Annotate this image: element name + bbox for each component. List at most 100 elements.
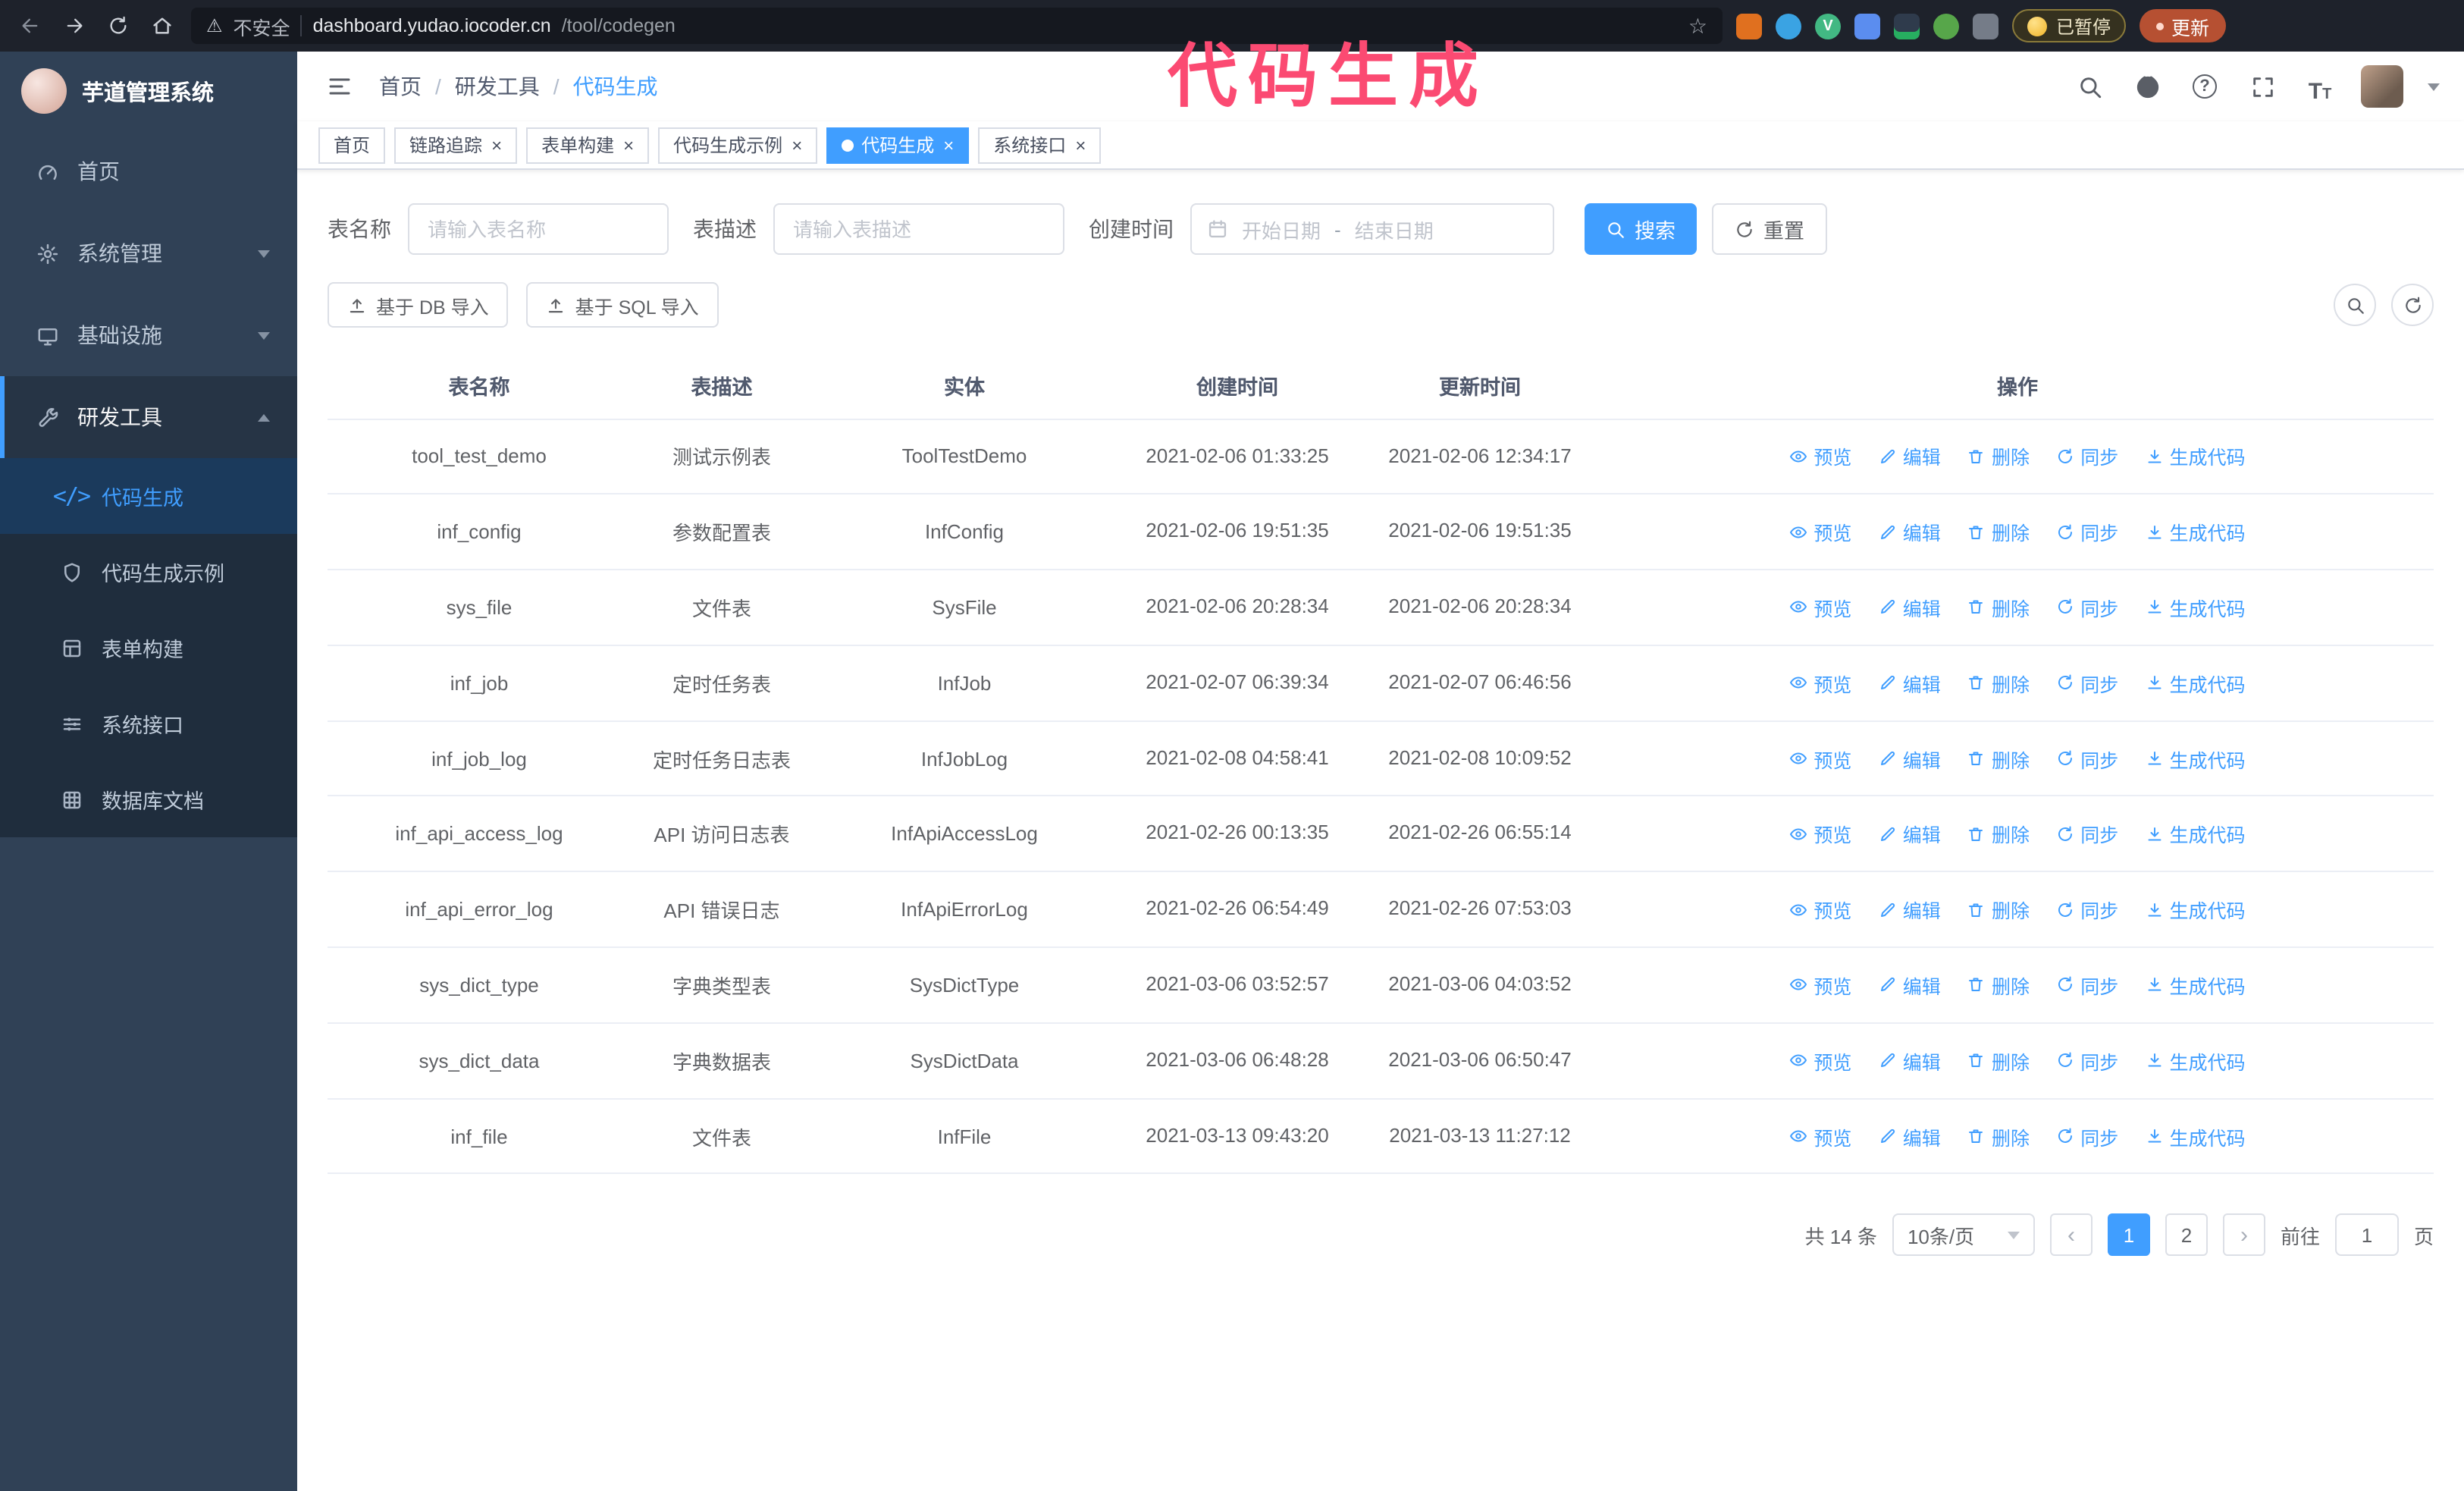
tab-form-builder[interactable]: 表单构建 × <box>526 127 650 163</box>
delete-link[interactable]: 删除 <box>1967 669 2030 698</box>
search-icon[interactable] <box>2073 70 2106 103</box>
edit-link[interactable]: 编辑 <box>1879 1122 1941 1150</box>
preview-link[interactable]: 预览 <box>1789 1047 1851 1075</box>
import-sql-button[interactable]: 基于 SQL 导入 <box>526 282 719 328</box>
sync-link[interactable]: 同步 <box>2056 593 2118 622</box>
tab-system-api[interactable]: 系统接口 × <box>978 127 1102 163</box>
edit-link[interactable]: 编辑 <box>1879 593 1941 622</box>
sync-link[interactable]: 同步 <box>2056 744 2118 773</box>
preview-link[interactable]: 预览 <box>1789 442 1851 471</box>
sidebar-item-codegen-example[interactable]: 代码生成示例 <box>0 534 297 610</box>
sidebar-item-home[interactable]: 首页 <box>0 130 297 212</box>
preview-link[interactable]: 预览 <box>1789 744 1851 773</box>
delete-link[interactable]: 删除 <box>1967 744 2030 773</box>
sidebar-item-form-builder[interactable]: 表单构建 <box>0 610 297 686</box>
extensions-puzzle-icon[interactable] <box>1973 13 1998 39</box>
close-icon[interactable]: × <box>623 136 634 154</box>
generate-code-link[interactable]: 生成代码 <box>2146 442 2246 471</box>
ext-grid-icon[interactable] <box>1854 13 1880 39</box>
delete-link[interactable]: 删除 <box>1967 442 2030 471</box>
tab-home[interactable]: 首页 <box>318 127 386 163</box>
date-range-picker[interactable]: 开始日期 - 结束日期 <box>1190 203 1554 255</box>
reset-button[interactable]: 重置 <box>1712 203 1827 255</box>
sync-link[interactable]: 同步 <box>2056 820 2118 849</box>
tab-codegen[interactable]: 代码生成 × <box>826 127 970 163</box>
ext-dark-icon[interactable] <box>1894 13 1920 39</box>
prev-page-button[interactable]: ‹ <box>2049 1213 2093 1257</box>
sync-link[interactable]: 同步 <box>2056 971 2118 1000</box>
sync-link[interactable]: 同步 <box>2056 895 2118 924</box>
delete-link[interactable]: 删除 <box>1967 971 2030 1000</box>
github-icon[interactable] <box>2130 70 2164 103</box>
edit-link[interactable]: 编辑 <box>1879 895 1941 924</box>
address-bar[interactable]: ⚠ 不安全 dashboard.yudao.iocoder.cn/tool/co… <box>191 8 1723 44</box>
preview-link[interactable]: 预览 <box>1789 971 1851 1000</box>
close-icon[interactable]: × <box>1075 136 1086 154</box>
sync-link[interactable]: 同步 <box>2056 669 2118 698</box>
delete-link[interactable]: 删除 <box>1967 593 2030 622</box>
browser-home-button[interactable] <box>147 11 177 41</box>
edit-link[interactable]: 编辑 <box>1879 1047 1941 1075</box>
edit-link[interactable]: 编辑 <box>1879 517 1941 546</box>
search-button[interactable]: 搜索 <box>1585 203 1697 255</box>
generate-code-link[interactable]: 生成代码 <box>2146 895 2246 924</box>
goto-page-input[interactable] <box>2334 1213 2399 1257</box>
toggle-search-button[interactable] <box>2334 284 2376 326</box>
delete-link[interactable]: 删除 <box>1967 895 2030 924</box>
avatar-caret-icon[interactable] <box>2428 83 2440 90</box>
edit-link[interactable]: 编辑 <box>1879 669 1941 698</box>
sidebar-item-devtools[interactable]: 研发工具 <box>0 376 297 458</box>
paused-badge[interactable]: 已暂停 <box>2012 9 2127 42</box>
font-size-icon[interactable]: TT <box>2303 70 2337 103</box>
tab-tracing[interactable]: 链路追踪 × <box>394 127 518 163</box>
generate-code-link[interactable]: 生成代码 <box>2146 820 2246 849</box>
page-size-select[interactable]: 10条/页 <box>1892 1213 2035 1257</box>
reload-button[interactable] <box>103 11 133 41</box>
generate-code-link[interactable]: 生成代码 <box>2146 593 2246 622</box>
refresh-table-button[interactable] <box>2391 284 2434 326</box>
generate-code-link[interactable]: 生成代码 <box>2146 669 2246 698</box>
sidebar-item-system[interactable]: 系统管理 <box>0 212 297 294</box>
edit-link[interactable]: 编辑 <box>1879 820 1941 849</box>
page-button-1[interactable]: 1 <box>2107 1213 2150 1257</box>
sidebar-item-infrastructure[interactable]: 基础设施 <box>0 294 297 376</box>
close-icon[interactable]: × <box>792 136 802 154</box>
bookmark-star-icon[interactable]: ☆ <box>1688 13 1707 39</box>
breadcrumb-devtools[interactable]: 研发工具 <box>455 71 573 102</box>
preview-link[interactable]: 预览 <box>1789 820 1851 849</box>
help-icon[interactable]: ? <box>2188 70 2221 103</box>
import-db-button[interactable]: 基于 DB 导入 <box>328 282 509 328</box>
generate-code-link[interactable]: 生成代码 <box>2146 971 2246 1000</box>
back-button[interactable] <box>15 11 45 41</box>
update-button[interactable]: 更新 <box>2140 9 2227 42</box>
preview-link[interactable]: 预览 <box>1789 517 1851 546</box>
generate-code-link[interactable]: 生成代码 <box>2146 1122 2246 1150</box>
table-desc-input[interactable] <box>773 203 1064 255</box>
edit-link[interactable]: 编辑 <box>1879 971 1941 1000</box>
preview-link[interactable]: 预览 <box>1789 669 1851 698</box>
sync-link[interactable]: 同步 <box>2056 517 2118 546</box>
sidebar-item-codegen[interactable]: </> 代码生成 <box>0 458 297 534</box>
ext-blue-icon[interactable] <box>1776 13 1801 39</box>
sidebar-item-db-docs[interactable]: 数据库文档 <box>0 761 297 837</box>
page-button-2[interactable]: 2 <box>2165 1213 2208 1257</box>
delete-link[interactable]: 删除 <box>1967 1047 2030 1075</box>
edit-link[interactable]: 编辑 <box>1879 744 1941 773</box>
preview-link[interactable]: 预览 <box>1789 1122 1851 1150</box>
user-avatar[interactable] <box>2361 65 2403 108</box>
close-icon[interactable]: × <box>943 136 954 154</box>
edit-link[interactable]: 编辑 <box>1879 442 1941 471</box>
generate-code-link[interactable]: 生成代码 <box>2146 517 2246 546</box>
preview-link[interactable]: 预览 <box>1789 593 1851 622</box>
sync-link[interactable]: 同步 <box>2056 442 2118 471</box>
sync-link[interactable]: 同步 <box>2056 1047 2118 1075</box>
delete-link[interactable]: 删除 <box>1967 1122 2030 1150</box>
close-icon[interactable]: × <box>491 136 502 154</box>
ext-green-icon[interactable] <box>1933 13 1959 39</box>
table-name-input[interactable] <box>408 203 669 255</box>
app-logo[interactable]: 芋道管理系统 <box>0 52 297 130</box>
forward-button[interactable] <box>59 11 89 41</box>
sidebar-item-system-api[interactable]: 系统接口 <box>0 686 297 761</box>
vue-devtools-icon[interactable]: V <box>1815 13 1841 39</box>
generate-code-link[interactable]: 生成代码 <box>2146 1047 2246 1075</box>
